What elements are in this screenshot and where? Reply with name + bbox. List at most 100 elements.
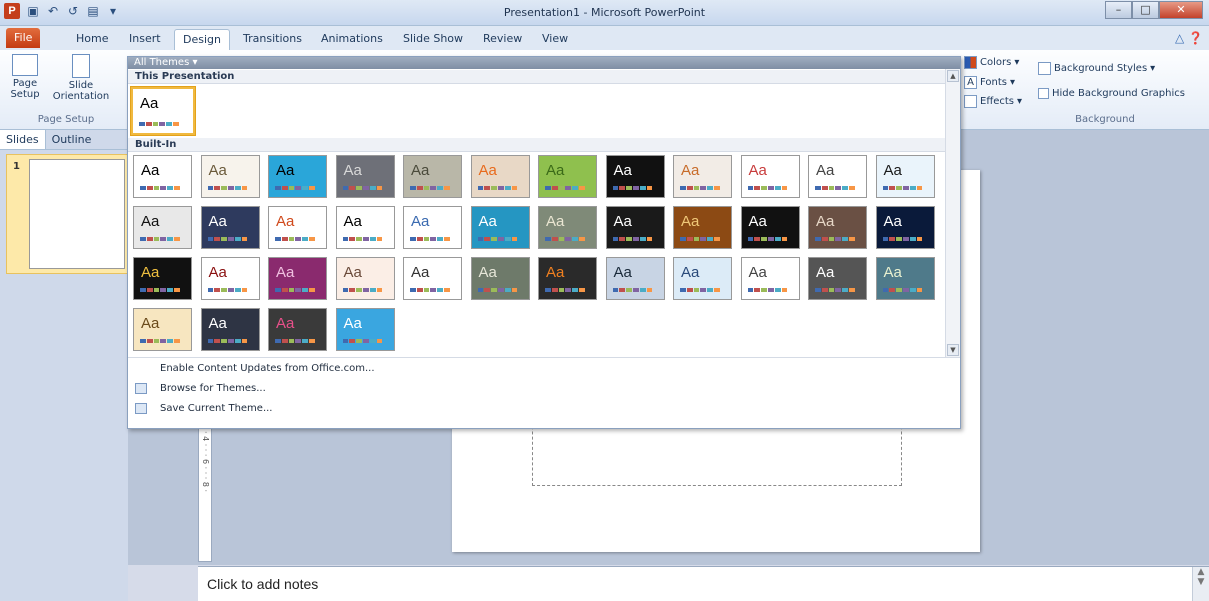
theme-thumbnail[interactable]: Aa <box>470 155 530 198</box>
theme-thumbnail[interactable]: Aa <box>740 155 800 198</box>
save-current-theme-item[interactable]: Save Current Theme... <box>128 399 960 418</box>
theme-thumbnail[interactable]: Aa <box>538 257 597 300</box>
theme-thumbnail[interactable]: Aa <box>403 257 462 300</box>
theme-thumbnail[interactable]: Aa <box>875 206 935 249</box>
color-swatch <box>416 288 423 292</box>
theme-thumbnail[interactable]: Aa <box>200 206 260 249</box>
tab-design[interactable]: Design <box>174 29 230 50</box>
theme-thumbnail[interactable]: Aa <box>200 257 260 300</box>
current-theme[interactable]: Aa <box>130 86 196 136</box>
theme-thumbnail[interactable]: Aa <box>200 155 260 198</box>
tab-animations[interactable]: Animations <box>313 29 391 50</box>
theme-thumbnail[interactable]: Aa <box>133 257 192 300</box>
effects-dropdown-icon: ▾ <box>1017 96 1023 107</box>
hide-background-graphics-checkbox[interactable]: Hide Background Graphics <box>1038 88 1185 99</box>
theme-thumbnail[interactable]: Aa <box>268 155 327 198</box>
theme-thumbnail[interactable]: Aa <box>335 206 395 249</box>
slide-thumbnail-selected[interactable]: 1 <box>6 154 128 274</box>
theme-thumbnail[interactable]: Aa <box>605 257 665 300</box>
color-swatch <box>369 186 376 190</box>
tab-slide-show[interactable]: Slide Show <box>395 29 471 50</box>
page-setup-button[interactable]: Page Setup <box>6 54 44 100</box>
tab-insert[interactable]: Insert <box>121 29 169 50</box>
theme-sample-text: Aa <box>613 264 632 281</box>
browse-for-themes-item[interactable]: Browse for Themes... <box>128 379 960 398</box>
theme-thumbnail[interactable]: Aa <box>875 155 935 198</box>
color-swatch <box>153 237 160 241</box>
colors-icon <box>964 56 977 69</box>
theme-swatches <box>342 339 383 343</box>
help-icon[interactable]: △ ❓ <box>1175 31 1203 45</box>
color-swatch <box>828 186 835 190</box>
all-themes-header[interactable]: All Themes ▾ <box>128 57 960 69</box>
enable-content-updates-item[interactable]: Enable Content Updates from Office.com..… <box>128 359 960 378</box>
theme-sample-text: Aa <box>343 315 362 332</box>
theme-sample-text: Aa <box>208 162 227 179</box>
notes-scrollbar[interactable]: ▲ ▼ <box>1192 567 1209 601</box>
tab-home[interactable]: Home <box>68 29 116 50</box>
theme-thumbnail[interactable]: Aa <box>268 206 327 249</box>
theme-swatches <box>140 339 180 343</box>
maximize-icon[interactable]: □ <box>1132 1 1159 19</box>
theme-swatches <box>882 288 923 292</box>
theme-thumbnail[interactable]: Aa <box>470 257 530 300</box>
theme-thumbnail[interactable]: Aa <box>268 257 327 300</box>
theme-thumbnail[interactable]: Aa <box>200 308 260 351</box>
color-swatch <box>680 186 686 190</box>
color-swatch <box>207 186 214 190</box>
checkbox-icon[interactable] <box>1038 88 1049 99</box>
theme-thumbnail[interactable]: Aa <box>875 257 935 300</box>
hide-background-graphics-label: Hide Background Graphics <box>1052 88 1185 99</box>
theme-thumbnail[interactable]: Aa <box>403 206 462 249</box>
theme-thumbnail[interactable]: Aa <box>808 257 867 300</box>
color-swatch <box>207 288 214 292</box>
theme-thumbnail[interactable]: Aa <box>335 257 395 300</box>
color-swatch <box>909 186 916 190</box>
panel-tabs: Slides Outline <box>0 130 128 150</box>
colors-button[interactable]: Colors ▾ <box>964 56 1019 69</box>
vertical-ruler-marks: · 4 · · · 6 · · · 8 · <box>201 431 210 493</box>
color-swatch <box>376 339 383 343</box>
minimize-icon[interactable]: – <box>1105 1 1132 19</box>
theme-thumbnail[interactable]: Aa <box>673 155 732 198</box>
theme-thumbnail[interactable]: Aa <box>133 206 192 249</box>
theme-thumbnail[interactable]: Aa <box>673 257 732 300</box>
theme-thumbnail[interactable]: Aa <box>740 206 800 249</box>
fonts-button[interactable]: A Fonts ▾ <box>964 76 1015 89</box>
tab-slides[interactable]: Slides <box>0 130 46 149</box>
theme-thumbnail[interactable]: Aa <box>808 206 867 249</box>
theme-thumbnail[interactable]: Aa <box>403 155 462 198</box>
theme-thumbnail[interactable]: Aa <box>538 155 597 198</box>
tab-file[interactable]: File <box>6 28 41 48</box>
close-icon[interactable]: ✕ <box>1159 1 1203 19</box>
slide-thumbnail[interactable] <box>29 159 125 269</box>
theme-thumbnail[interactable]: Aa <box>470 206 530 249</box>
theme-thumbnail[interactable]: Aa <box>808 155 867 198</box>
notes-pane[interactable]: Click to add notes ▲ ▼ <box>198 566 1209 601</box>
theme-thumbnail[interactable]: Aa <box>605 155 665 198</box>
theme-thumbnail[interactable]: Aa <box>268 308 327 351</box>
color-swatch <box>145 122 152 126</box>
theme-thumbnail[interactable]: Aa <box>133 308 192 351</box>
theme-thumbnail[interactable]: Aa <box>673 206 732 249</box>
gallery-scrollbar[interactable]: ▲ ▼ <box>945 69 960 357</box>
scroll-down-icon[interactable]: ▼ <box>947 344 959 356</box>
tab-outline[interactable]: Outline <box>46 130 98 149</box>
notes-placeholder[interactable]: Click to add notes <box>207 576 318 592</box>
color-swatch <box>558 186 565 190</box>
theme-thumbnail[interactable]: Aa <box>740 257 800 300</box>
theme-thumbnail[interactable]: Aa <box>605 206 665 249</box>
tab-view[interactable]: View <box>534 29 576 50</box>
slide-orientation-button[interactable]: Slide Orientation <box>46 54 116 102</box>
tab-transitions[interactable]: Transitions <box>235 29 310 50</box>
effects-button[interactable]: Effects ▾ <box>964 95 1022 108</box>
color-swatch <box>849 186 855 190</box>
theme-thumbnail[interactable]: Aa <box>538 206 597 249</box>
scroll-up-icon[interactable]: ▲ <box>947 70 959 82</box>
theme-thumbnail[interactable]: Aa <box>335 308 395 351</box>
theme-thumbnail[interactable]: Aa <box>133 155 192 198</box>
theme-swatches <box>342 237 383 241</box>
theme-thumbnail[interactable]: Aa <box>335 155 395 198</box>
background-styles-button[interactable]: Background Styles ▾ <box>1038 62 1155 75</box>
tab-review[interactable]: Review <box>475 29 530 50</box>
